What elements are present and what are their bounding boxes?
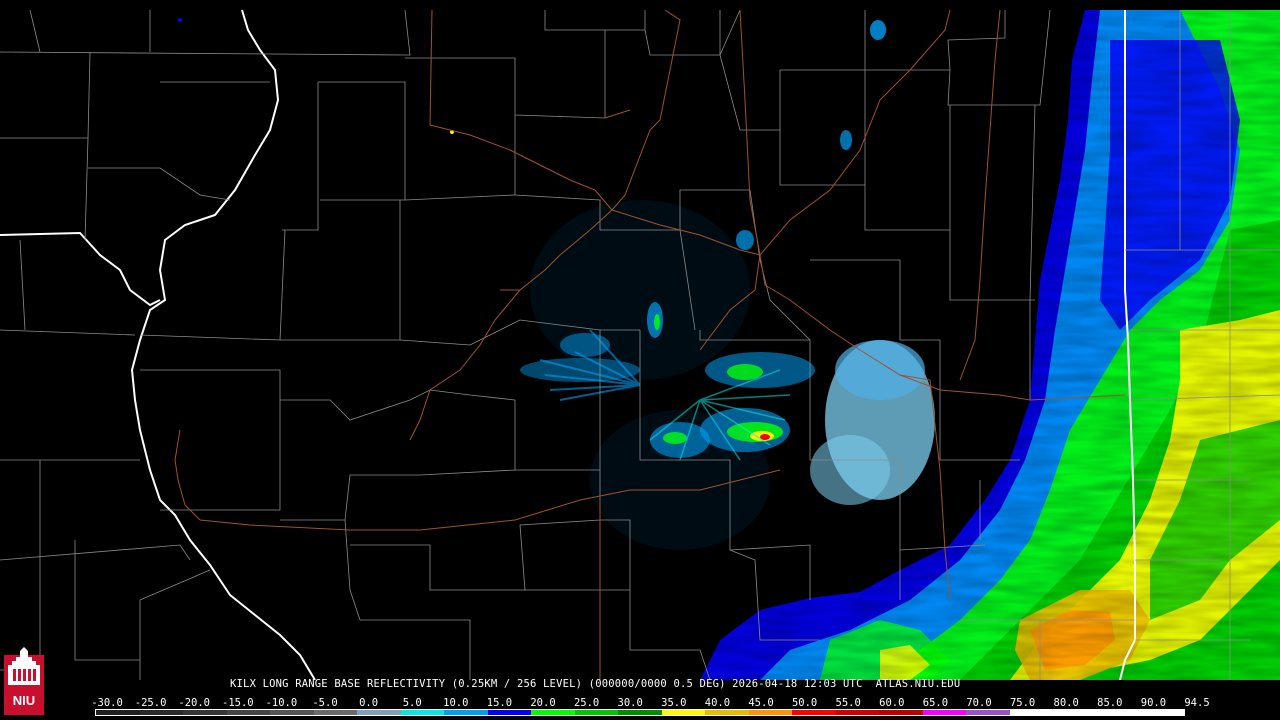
scale-segment <box>1096 710 1141 715</box>
scale-label: -25.0 <box>134 697 167 709</box>
scale-segment <box>618 710 662 715</box>
scale-label: 90.0 <box>1140 697 1167 709</box>
scale-segment <box>531 710 575 715</box>
scale-segment <box>574 710 619 715</box>
scale-segment <box>487 710 532 715</box>
dbz-scale-labels: -30.0 -25.0 -20.0 -15.0 -10.0 -5.0 0.0 5.0 10.0 1… <box>91 697 1209 709</box>
niu-tower-logo: NIU <box>4 647 44 715</box>
scale-label: -5.0 <box>312 697 338 709</box>
scale-segment <box>96 710 140 715</box>
scale-segment <box>1009 710 1054 715</box>
scale-label: 35.0 <box>661 697 687 709</box>
scale-label: 75.0 <box>1009 697 1036 709</box>
scale-segment <box>966 710 1010 715</box>
scale-label: 0.0 <box>359 697 379 709</box>
scale-label: 65.0 <box>922 697 949 709</box>
scale-segment <box>792 710 836 715</box>
scale-label: 45.0 <box>748 697 774 709</box>
scale-segment <box>661 710 706 715</box>
scale-segment <box>400 710 445 715</box>
scale-label: -30.0 <box>91 697 123 709</box>
scale-label: 10.0 <box>443 697 469 709</box>
scale-segment <box>922 710 967 715</box>
scale-label: 60.0 <box>879 697 905 709</box>
scale-segment <box>139 710 184 715</box>
scale-segment <box>835 710 880 715</box>
product-title: KILX LONG RANGE BASE REFLECTIVITY (0.25K… <box>230 678 961 690</box>
scale-segment <box>270 710 314 715</box>
scale-label: -20.0 <box>178 697 210 709</box>
scale-label: -10.0 <box>265 697 298 709</box>
scale-segment <box>183 710 227 715</box>
scale-label: -15.0 <box>221 697 254 709</box>
scale-segment <box>444 710 488 715</box>
scale-label: 80.0 <box>1053 697 1079 709</box>
scale-label: 94.5 <box>1184 697 1210 709</box>
scale-label: 70.0 <box>966 697 992 709</box>
scale-segment <box>226 710 271 715</box>
precip-shield <box>690 10 1280 680</box>
scale-label: 5.0 <box>402 697 422 709</box>
scale-segment <box>357 710 401 715</box>
radar-map <box>0 0 1280 680</box>
scale-label: 40.0 <box>704 697 731 709</box>
scale-label: 25.0 <box>573 697 600 709</box>
scale-label: 20.0 <box>530 697 556 709</box>
scale-label: 50.0 <box>791 697 818 709</box>
scale-segment <box>313 710 358 715</box>
scale-segment <box>1053 710 1097 715</box>
scale-segment <box>1140 710 1184 715</box>
scale-label: 30.0 <box>617 697 643 709</box>
scale-label: 15.0 <box>486 697 513 709</box>
scale-segment <box>879 710 923 715</box>
dbz-color-scale <box>95 709 1185 716</box>
logo-text: NIU <box>13 693 35 708</box>
scale-label: 85.0 <box>1097 697 1123 709</box>
scale-segment <box>748 710 793 715</box>
scale-label: 55.0 <box>835 697 861 709</box>
scale-segment <box>705 710 749 715</box>
